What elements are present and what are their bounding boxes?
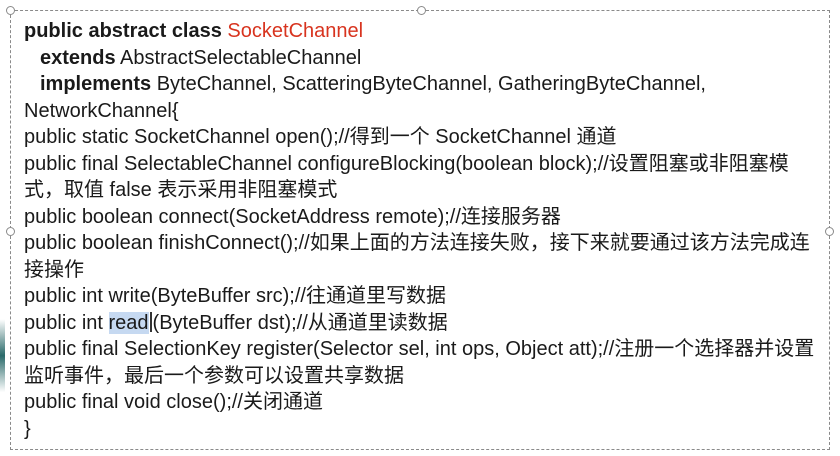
closing-brace: } <box>24 417 31 440</box>
text-cursor <box>149 311 152 332</box>
method-configure-blocking: public final SelectableChannel configure… <box>24 152 789 202</box>
method-open: public static SocketChannel open();//得到一… <box>24 126 617 148</box>
method-finish-connect: public boolean finishConnect();//如果上面的方法… <box>24 232 810 281</box>
implements-keyword: implements <box>40 73 152 95</box>
method-write: public int write(ByteBuffer src);//往通道里写… <box>24 285 446 307</box>
method-connect: public boolean connect(SocketAddress rem… <box>24 205 561 228</box>
implements-list: ByteChannel, ScatteringByteChannel, Gath… <box>151 73 706 95</box>
extends-keyword: extends <box>40 46 116 69</box>
method-read: public int read (ByteBuffer dst);//从通道里读数… <box>24 310 824 337</box>
implements-continuation: NetworkChannel{ <box>24 99 179 122</box>
implements-line: implements ByteChannel, ScatteringByteCh… <box>24 71 824 98</box>
method-read-suffix: (ByteBuffer dst);//从通道里读数据 <box>152 311 448 334</box>
resize-handle-top-center[interactable] <box>417 6 426 15</box>
method-register: public final SelectionKey register(Selec… <box>24 338 815 387</box>
class-name: SocketChannel <box>227 20 364 42</box>
extends-line: extends AbstractSelectableChannel <box>24 45 824 72</box>
left-edge-strip <box>0 0 5 456</box>
resize-handle-top-left[interactable] <box>6 6 15 15</box>
method-close: public final void close();//关闭通道 <box>24 391 323 413</box>
extends-target: AbstractSelectableChannel <box>115 46 362 69</box>
resize-handle-mid-left[interactable] <box>6 227 15 236</box>
code-text-block[interactable]: public abstract class SocketChannel exte… <box>24 18 824 442</box>
resize-handle-mid-right[interactable] <box>825 227 834 236</box>
selected-text-read[interactable]: read <box>108 311 149 334</box>
class-declaration-line: public abstract class SocketChannel <box>24 18 824 45</box>
class-keywords: public abstract class <box>24 20 228 42</box>
method-read-prefix: public int <box>24 311 109 334</box>
